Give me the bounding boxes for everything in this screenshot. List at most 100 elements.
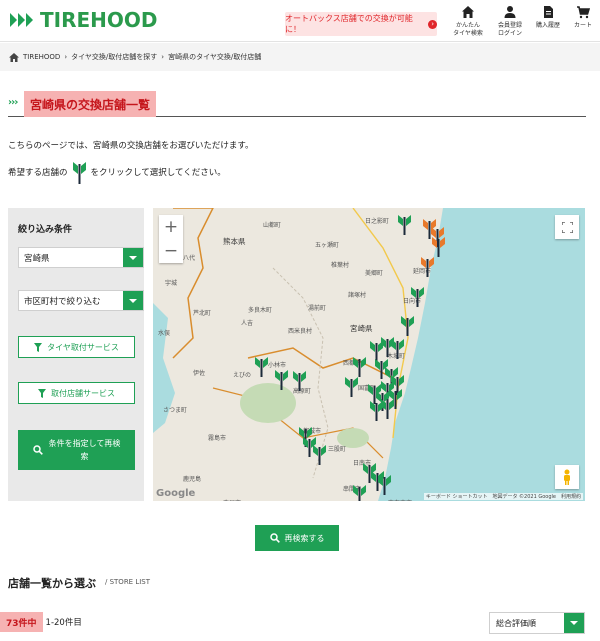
map-place-label: 宮崎県 (350, 324, 373, 333)
intro-instruction: 希望する店舗の をクリックして選択してください。 (8, 160, 226, 184)
map-place-label: 熊本県 (223, 237, 246, 246)
logo-chevrons-icon (10, 13, 34, 27)
breadcrumb-home[interactable]: TIREHOOD (23, 53, 60, 61)
chevron-down-icon (564, 613, 584, 633)
google-logo: Google (156, 488, 196, 499)
breadcrumb-separator: › (161, 53, 165, 61)
store-marker-icon[interactable] (345, 376, 358, 397)
chevron-down-icon (123, 291, 143, 310)
store-marker-icon[interactable] (275, 369, 288, 390)
map-place-label: 山都町 (263, 222, 282, 229)
promo-text: オートバックス店舗での交換が可能に！ (285, 14, 413, 34)
map-attribution[interactable]: キーボード ショートカット 地図データ ©2021 Google 利用規約 (423, 493, 583, 500)
home-icon (9, 52, 19, 62)
city-select[interactable]: 市区町村で絞り込む (18, 290, 144, 311)
store-marker-icon (72, 162, 86, 184)
store-marker-icon[interactable] (398, 214, 411, 235)
breadcrumb-current: 宮崎県のタイヤ交換/取付店舗 (168, 53, 262, 61)
sort-value: 総合評価順 (496, 618, 536, 628)
map-place-label: 水俣 (158, 330, 171, 337)
fullscreen-button[interactable] (555, 215, 579, 239)
breadcrumb-separator: › (64, 53, 68, 61)
map-place-label: えびの (233, 372, 252, 379)
prefecture-value: 宮崎県 (24, 253, 50, 264)
map-place-label: 鹿屋市 (223, 498, 241, 501)
intro-text: こちらのページでは、宮崎県の交換店舗をお選びいただけます。 (8, 141, 254, 151)
map-place-label: 諸塚村 (348, 292, 367, 299)
prefecture-select[interactable]: 宮崎県 (18, 247, 144, 268)
store-marker-icon[interactable] (421, 256, 434, 277)
store-marker-icon[interactable] (411, 286, 424, 307)
user-icon (504, 6, 516, 18)
store-marker-icon[interactable] (353, 484, 366, 501)
cart-icon (577, 6, 590, 19)
search-icon (269, 533, 280, 543)
breadcrumb-find-store[interactable]: タイヤ交換/取付店舗を探す (71, 52, 157, 62)
nav-label-search: かんたん タイヤ検索 (453, 22, 483, 37)
tire-service-label: タイヤ取付サービス (47, 342, 119, 352)
intro-text-after: をクリックして選択してください。 (90, 168, 226, 178)
city-select-value: 市区町村で絞り込む (24, 296, 101, 307)
intro-text-before: 希望する店舗の (8, 168, 68, 178)
store-marker-icon[interactable] (432, 236, 445, 257)
breadcrumb: TIREHOOD › タイヤ交換/取付店舗を探す › 宮崎県のタイヤ交換/取付店… (0, 43, 600, 71)
store-marker-icon[interactable] (255, 356, 268, 377)
filter-panel: 絞り込み条件 宮崎県 市区町村で絞り込む タイヤ取付サービス 取付店舗サービス … (8, 208, 144, 501)
map-place-label: 鹿児島 (183, 476, 202, 483)
store-marker-icon[interactable] (353, 356, 366, 377)
map-place-label: 日之影町 (365, 218, 390, 225)
result-count: 73件中 1-20件目 (0, 612, 82, 632)
nav-cart[interactable]: カート (558, 5, 600, 30)
store-list-subtitle: / STORE LIST (105, 578, 151, 586)
filter-icon (34, 342, 43, 352)
tire-service-filter-button[interactable]: タイヤ取付サービス (18, 336, 135, 358)
store-marker-icon[interactable] (378, 474, 391, 495)
map-place-label: 宇城 (165, 280, 178, 287)
filter-title: 絞り込み条件 (18, 225, 73, 235)
store-map[interactable]: + − 熊本県 宮崎県 日之影町 延岡市 五ヶ瀬町 椎葉村 美郷町 日向市 諸塚村 多良木町 湯前町… (153, 208, 585, 501)
section-header: ››› 宮崎県の交換店舗一覧 (8, 91, 586, 117)
map-place-label: 志布志市 (388, 498, 412, 501)
store-service-label: 取付店舗サービス (51, 388, 115, 398)
store-service-filter-button[interactable]: 取付店舗サービス (18, 382, 135, 404)
map-place-label: 三股町 (328, 446, 347, 453)
map-place-label: 湯前町 (308, 305, 327, 312)
map-place-label: 八代 (183, 255, 196, 262)
nav-label-cart: カート (573, 22, 592, 29)
store-marker-icon[interactable] (313, 444, 326, 465)
nav-label-history: 購入履歴 (535, 22, 560, 29)
tirehood-logo[interactable]: TIREHOOD (10, 8, 158, 32)
chevron-right-icon: › (428, 19, 437, 29)
zoom-out-button[interactable]: − (159, 239, 183, 263)
map-place-label: 小林市 (268, 362, 287, 369)
map-place-label: 芦北町 (193, 310, 212, 317)
street-view-pegman[interactable] (555, 465, 579, 489)
map-place-label: 美郷町 (365, 270, 384, 277)
nav-label-login: 会員登録 ログイン (497, 22, 522, 37)
map-place-label: 西米良村 (288, 328, 313, 335)
map-place-label: 五ヶ瀬町 (315, 242, 340, 249)
sort-select[interactable]: 総合評価順 (489, 612, 585, 634)
research-button[interactable]: 再検索する (255, 525, 339, 551)
site-header: TIREHOOD オートバックス店舗での交換が可能に！ › かんたん タイヤ検索… (0, 0, 600, 42)
filter-search-button[interactable]: 条件を指定して再検索 (18, 430, 135, 470)
map-place-label: 霧島市 (208, 435, 227, 442)
document-icon (544, 6, 553, 18)
search-icon (32, 445, 43, 455)
store-marker-icon[interactable] (389, 388, 402, 409)
research-label: 再検索する (284, 533, 325, 543)
store-marker-icon[interactable] (293, 370, 306, 391)
autobacs-promo-banner[interactable]: オートバックス店舗での交換が可能に！ › (285, 12, 437, 36)
map-place-label: 伊佐 (193, 370, 206, 377)
result-range: 1-20件目 (45, 618, 82, 628)
map-place-label: さつま町 (163, 407, 188, 414)
filter-icon (38, 388, 46, 398)
zoom-in-button[interactable]: + (159, 215, 183, 239)
store-marker-icon[interactable] (391, 338, 404, 359)
store-marker-icon[interactable] (401, 315, 414, 336)
pegman-icon (564, 469, 570, 485)
home-icon (462, 6, 474, 18)
map-place-label: 椎葉村 (331, 262, 350, 269)
fullscreen-icon (561, 221, 573, 233)
map-place-label: 多良木町 (248, 307, 273, 314)
